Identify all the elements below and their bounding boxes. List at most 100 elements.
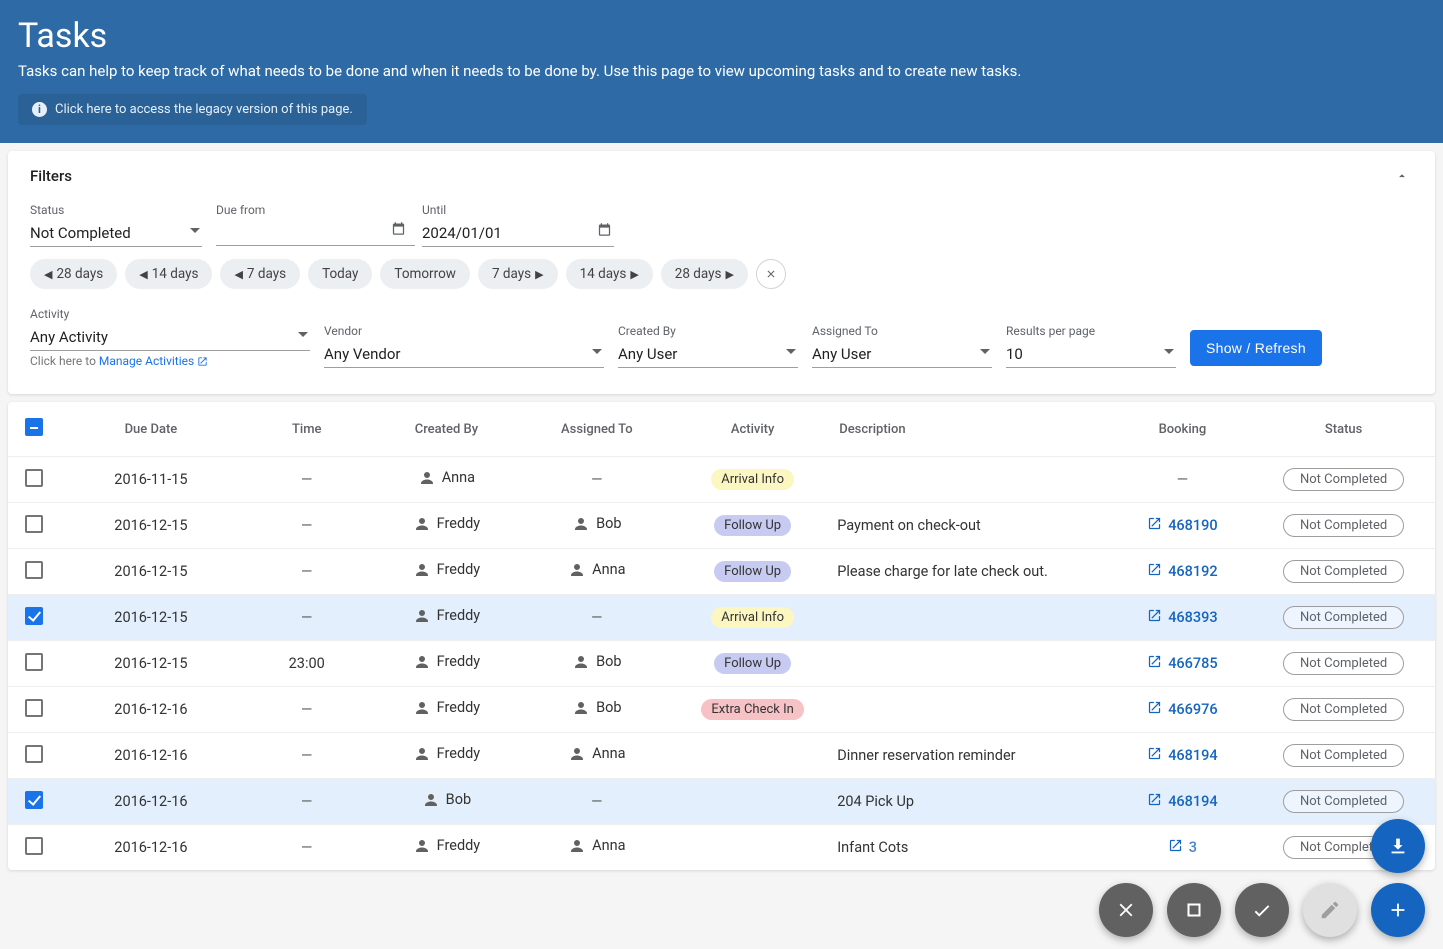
chip-back-7[interactable]: ◀7 days <box>220 259 300 289</box>
booking-link[interactable]: 468194 <box>1147 746 1217 765</box>
booking-link[interactable]: 468194 <box>1147 792 1217 811</box>
row-checkbox[interactable] <box>25 515 43 533</box>
add-fab[interactable] <box>1371 883 1425 937</box>
description-cell <box>833 641 1112 687</box>
chip-fwd-14[interactable]: 14 days▶ <box>566 259 653 289</box>
description-cell <box>833 687 1112 733</box>
table-row[interactable]: 2016-12-1523:00FreddyBobFollow Up466785N… <box>8 641 1435 687</box>
assigned-to-cell: Anna <box>522 825 672 871</box>
header-description[interactable]: Description <box>833 402 1112 457</box>
row-checkbox[interactable] <box>25 745 43 763</box>
assigned-to-cell: Bob <box>522 687 672 733</box>
activity-cell <box>672 733 833 779</box>
status-cell: Not Completed <box>1252 733 1435 779</box>
activity-cell: Follow Up <box>672 503 833 549</box>
header-created-by[interactable]: Created By <box>371 402 521 457</box>
activity-cell <box>672 779 833 825</box>
vendor-select[interactable]: Any Vendor <box>324 339 604 368</box>
chip-back-28[interactable]: ◀28 days <box>30 259 117 289</box>
clear-chips-button[interactable] <box>756 259 786 289</box>
status-pill[interactable]: Not Completed <box>1283 744 1404 767</box>
created-by-select[interactable]: Any User <box>618 339 798 368</box>
created-by-cell: Freddy <box>371 641 521 687</box>
header-activity[interactable]: Activity <box>672 402 833 457</box>
header-time[interactable]: Time <box>242 402 371 457</box>
table-row[interactable]: 2016-12-16—FreddyAnnaDinner reservation … <box>8 733 1435 779</box>
legacy-notice-banner[interactable]: i Click here to access the legacy versio… <box>18 94 367 125</box>
status-pill[interactable]: Not Completed <box>1283 514 1404 537</box>
table-row[interactable]: 2016-12-15—Freddy—Arrival Info468393Not … <box>8 595 1435 641</box>
chip-today[interactable]: Today <box>308 259 372 289</box>
person-icon <box>413 515 431 533</box>
legacy-notice-text: Click here to access the legacy version … <box>55 102 353 117</box>
row-checkbox[interactable] <box>25 469 43 487</box>
assigned-to-cell: — <box>522 595 672 641</box>
activity-filter: Activity Any Activity Click here to Mana… <box>30 307 310 368</box>
table-row[interactable]: 2016-12-16—FreddyAnnaInfant Cots3Not Com… <box>8 825 1435 871</box>
created-by-cell: Anna <box>371 457 521 503</box>
table-row[interactable]: 2016-12-16—Bob—204 Pick Up468194Not Comp… <box>8 779 1435 825</box>
results-per-page-select[interactable]: 10 <box>1006 339 1176 368</box>
time-cell: — <box>242 687 371 733</box>
header-status[interactable]: Status <box>1252 402 1435 457</box>
person-icon <box>413 561 431 579</box>
status-pill[interactable]: Not Completed <box>1283 560 1404 583</box>
person-icon <box>418 469 436 487</box>
booking-link[interactable]: 466976 <box>1147 700 1217 719</box>
download-fab[interactable] <box>1371 819 1425 873</box>
table-row[interactable]: 2016-11-15—Anna—Arrival Info—Not Complet… <box>8 457 1435 503</box>
status-pill[interactable]: Not Completed <box>1283 652 1404 675</box>
due-date-cell: 2016-12-15 <box>60 595 243 641</box>
cancel-fab[interactable] <box>1099 883 1153 937</box>
row-checkbox[interactable] <box>25 837 43 855</box>
activity-select[interactable]: Any Activity <box>30 322 310 351</box>
row-checkbox[interactable] <box>25 561 43 579</box>
chevron-right-icon: ▶ <box>535 268 543 281</box>
close-icon <box>765 268 777 280</box>
status-select[interactable]: Not Completed <box>30 218 202 247</box>
time-cell: — <box>242 779 371 825</box>
confirm-fab[interactable] <box>1235 883 1289 937</box>
chevron-right-icon: ▶ <box>726 268 734 281</box>
select-all-checkbox[interactable] <box>25 418 43 436</box>
stop-fab[interactable] <box>1167 883 1221 937</box>
status-pill[interactable]: Not Completed <box>1283 790 1404 813</box>
status-cell: Not Completed <box>1252 549 1435 595</box>
booking-link[interactable]: 466785 <box>1147 654 1217 673</box>
due-date-cell: 2016-12-16 <box>60 825 243 871</box>
table-row[interactable]: 2016-12-15—FreddyAnnaFollow UpPlease cha… <box>8 549 1435 595</box>
chip-back-14[interactable]: ◀14 days <box>125 259 212 289</box>
chip-fwd-7[interactable]: 7 days▶ <box>478 259 558 289</box>
row-checkbox[interactable] <box>25 791 43 809</box>
edit-fab[interactable] <box>1303 883 1357 937</box>
table-row[interactable]: 2016-12-15—FreddyBobFollow UpPayment on … <box>8 503 1435 549</box>
date-range-chips: ◀28 days ◀14 days ◀7 days Today Tomorrow… <box>30 259 1413 289</box>
booking-link[interactable]: 468393 <box>1147 608 1217 627</box>
booking-link[interactable]: 468192 <box>1147 562 1217 581</box>
row-checkbox[interactable] <box>25 699 43 717</box>
row-checkbox[interactable] <box>25 607 43 625</box>
row-checkbox[interactable] <box>25 653 43 671</box>
chip-tomorrow[interactable]: Tomorrow <box>380 259 470 289</box>
assigned-to-cell: Anna <box>522 733 672 779</box>
assigned-to-select[interactable]: Any User <box>812 339 992 368</box>
header-booking[interactable]: Booking <box>1113 402 1253 457</box>
due-from-input[interactable] <box>216 218 415 246</box>
description-cell: Infant Cots <box>833 825 1112 871</box>
filters-panel: Filters Status Not Completed Due from Un… <box>8 151 1435 394</box>
header-due-date[interactable]: Due Date <box>60 402 243 457</box>
header-assigned-to[interactable]: Assigned To <box>522 402 672 457</box>
activity-badge: Arrival Info <box>711 607 794 628</box>
until-input[interactable]: 2024/01/01 <box>422 218 614 247</box>
booking-link[interactable]: 468190 <box>1147 516 1217 535</box>
status-pill[interactable]: Not Completed <box>1283 606 1404 629</box>
status-pill[interactable]: Not Completed <box>1283 468 1404 491</box>
chip-fwd-28[interactable]: 28 days▶ <box>661 259 748 289</box>
manage-activities-link[interactable]: Manage Activities <box>99 354 208 368</box>
status-pill[interactable]: Not Completed <box>1283 698 1404 721</box>
table-row[interactable]: 2016-12-16—FreddyBobExtra Check In466976… <box>8 687 1435 733</box>
assigned-to-cell: Bob <box>522 503 672 549</box>
collapse-filters-button[interactable] <box>1391 165 1413 187</box>
booking-link[interactable]: 3 <box>1168 838 1197 857</box>
show-refresh-button[interactable]: Show / Refresh <box>1190 330 1322 366</box>
